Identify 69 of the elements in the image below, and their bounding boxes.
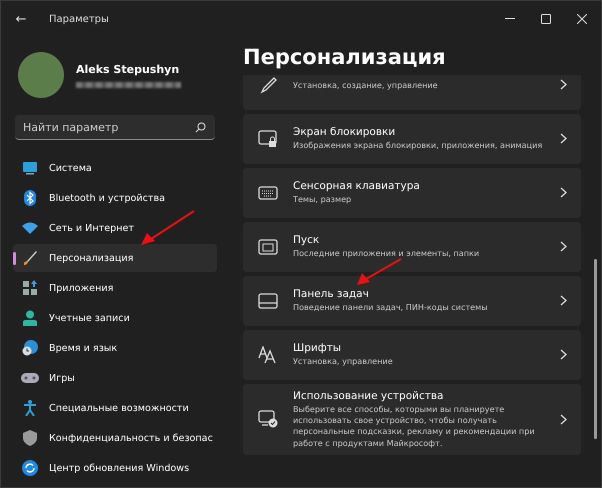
settings-card[interactable]: Экран блокировки Изображения экрана блокировки, приложения, анимация	[243, 114, 581, 164]
sidebar-item[interactable]: Время и язык	[13, 334, 217, 362]
card-description: Поведение панели задач, ПИН-коды системы	[293, 302, 489, 314]
back-button[interactable]: ←	[11, 12, 31, 26]
pen-icon	[259, 76, 277, 94]
wifi-icon	[22, 222, 38, 234]
chevron-right-icon	[560, 187, 567, 198]
sidebar-item[interactable]: Приложения	[13, 274, 217, 302]
minimize-icon[interactable]	[505, 18, 515, 20]
settings-card[interactable]: Сенсорная клавиатура Темы, размер	[243, 168, 581, 218]
sidebar-item[interactable]: Учетные записи	[13, 304, 217, 332]
window-title: Параметры	[49, 14, 109, 24]
monitor-icon	[22, 161, 38, 175]
card-description: Последние приложения и элементы, папки	[293, 248, 480, 260]
card-description: Выберите все способы, которыми вы планируете использовать свое устройство, чтобы получать персональные подсказки, рекламу и рекомендации при работе с продуктами Майкрософт.	[293, 404, 536, 449]
card-title: Использование устройства	[293, 390, 444, 402]
card-description: Установка, управление	[293, 356, 394, 368]
chevron-right-icon	[560, 79, 567, 90]
keyboard-icon	[258, 186, 278, 200]
fonts-icon	[258, 346, 278, 364]
person-icon	[22, 310, 38, 326]
selection-indicator	[13, 252, 16, 265]
card-title: Сенсорная клавиатура	[293, 180, 421, 192]
update-icon	[22, 460, 38, 476]
clock-globe-icon	[22, 340, 38, 356]
card-title: Шрифты	[293, 342, 342, 354]
maximize-icon[interactable]	[541, 14, 551, 24]
settings-card[interactable]: Использование устройства Выберите все способы, которыми вы планируете использовать свое устройство, чтобы получать персональные подсказки, рекламу и рекомендации при работе с продуктами Майкрософт.	[243, 384, 581, 455]
card-description: Изображения экрана блокировки, приложения, анимация	[293, 140, 544, 152]
brush-icon	[22, 250, 38, 266]
search-field[interactable]: Найти параметр	[15, 115, 215, 140]
sidebar-item[interactable]: Сеть и Интернет	[13, 214, 217, 242]
chevron-right-icon	[560, 349, 567, 360]
card-title: Панель задач	[293, 288, 370, 300]
chevron-right-icon	[560, 241, 567, 252]
gamepad-icon	[21, 372, 39, 384]
page-title: Персонализация	[243, 45, 447, 71]
annotation-arrow	[357, 258, 402, 285]
chevron-right-icon	[560, 133, 567, 144]
settings-card[interactable]: Пуск Последние приложения и элементы, папки	[243, 222, 581, 272]
chevron-right-icon	[560, 295, 567, 306]
sidebar-item[interactable]: Система	[13, 154, 217, 182]
sidebar-item[interactable]: Центр обновления Windows	[13, 454, 217, 482]
sidebar-item[interactable]: Персонализация	[13, 244, 217, 272]
annotation-arrow	[141, 210, 195, 245]
card-title: Пуск	[293, 234, 320, 246]
start-menu-icon	[258, 238, 278, 255]
sidebar-item[interactable]: Специальные возможности	[13, 394, 217, 422]
card-description: Установка, создание, управление	[293, 80, 439, 92]
search-icon	[195, 122, 206, 133]
sidebar-item[interactable]: Конфиденциальность и безопас	[13, 424, 217, 452]
chevron-right-icon	[560, 414, 567, 425]
settings-card[interactable]: Панель задач Поведение панели задач, ПИН-коды системы	[243, 276, 581, 326]
lock-screen-icon	[258, 130, 278, 148]
taskbar-icon	[258, 292, 278, 309]
apps-icon	[22, 280, 38, 296]
avatar-placeholder	[18, 52, 64, 98]
device-check-icon	[258, 410, 278, 428]
close-icon[interactable]	[577, 14, 587, 24]
settings-card[interactable]: Шрифты Установка, управление	[243, 330, 581, 380]
accessibility-icon	[23, 400, 37, 416]
bluetooth-icon	[24, 190, 36, 206]
sidebar-item[interactable]: Игры	[13, 364, 217, 392]
shield-icon	[23, 430, 37, 446]
settings-card[interactable]: Установка, создание, управление	[243, 75, 581, 110]
card-title: Экран блокировки	[293, 126, 396, 138]
sidebar-item[interactable]: Bluetooth и устройства	[13, 184, 217, 212]
user-name: Aleks Stepushyn	[76, 62, 180, 76]
card-description: Темы, размер	[293, 194, 352, 206]
